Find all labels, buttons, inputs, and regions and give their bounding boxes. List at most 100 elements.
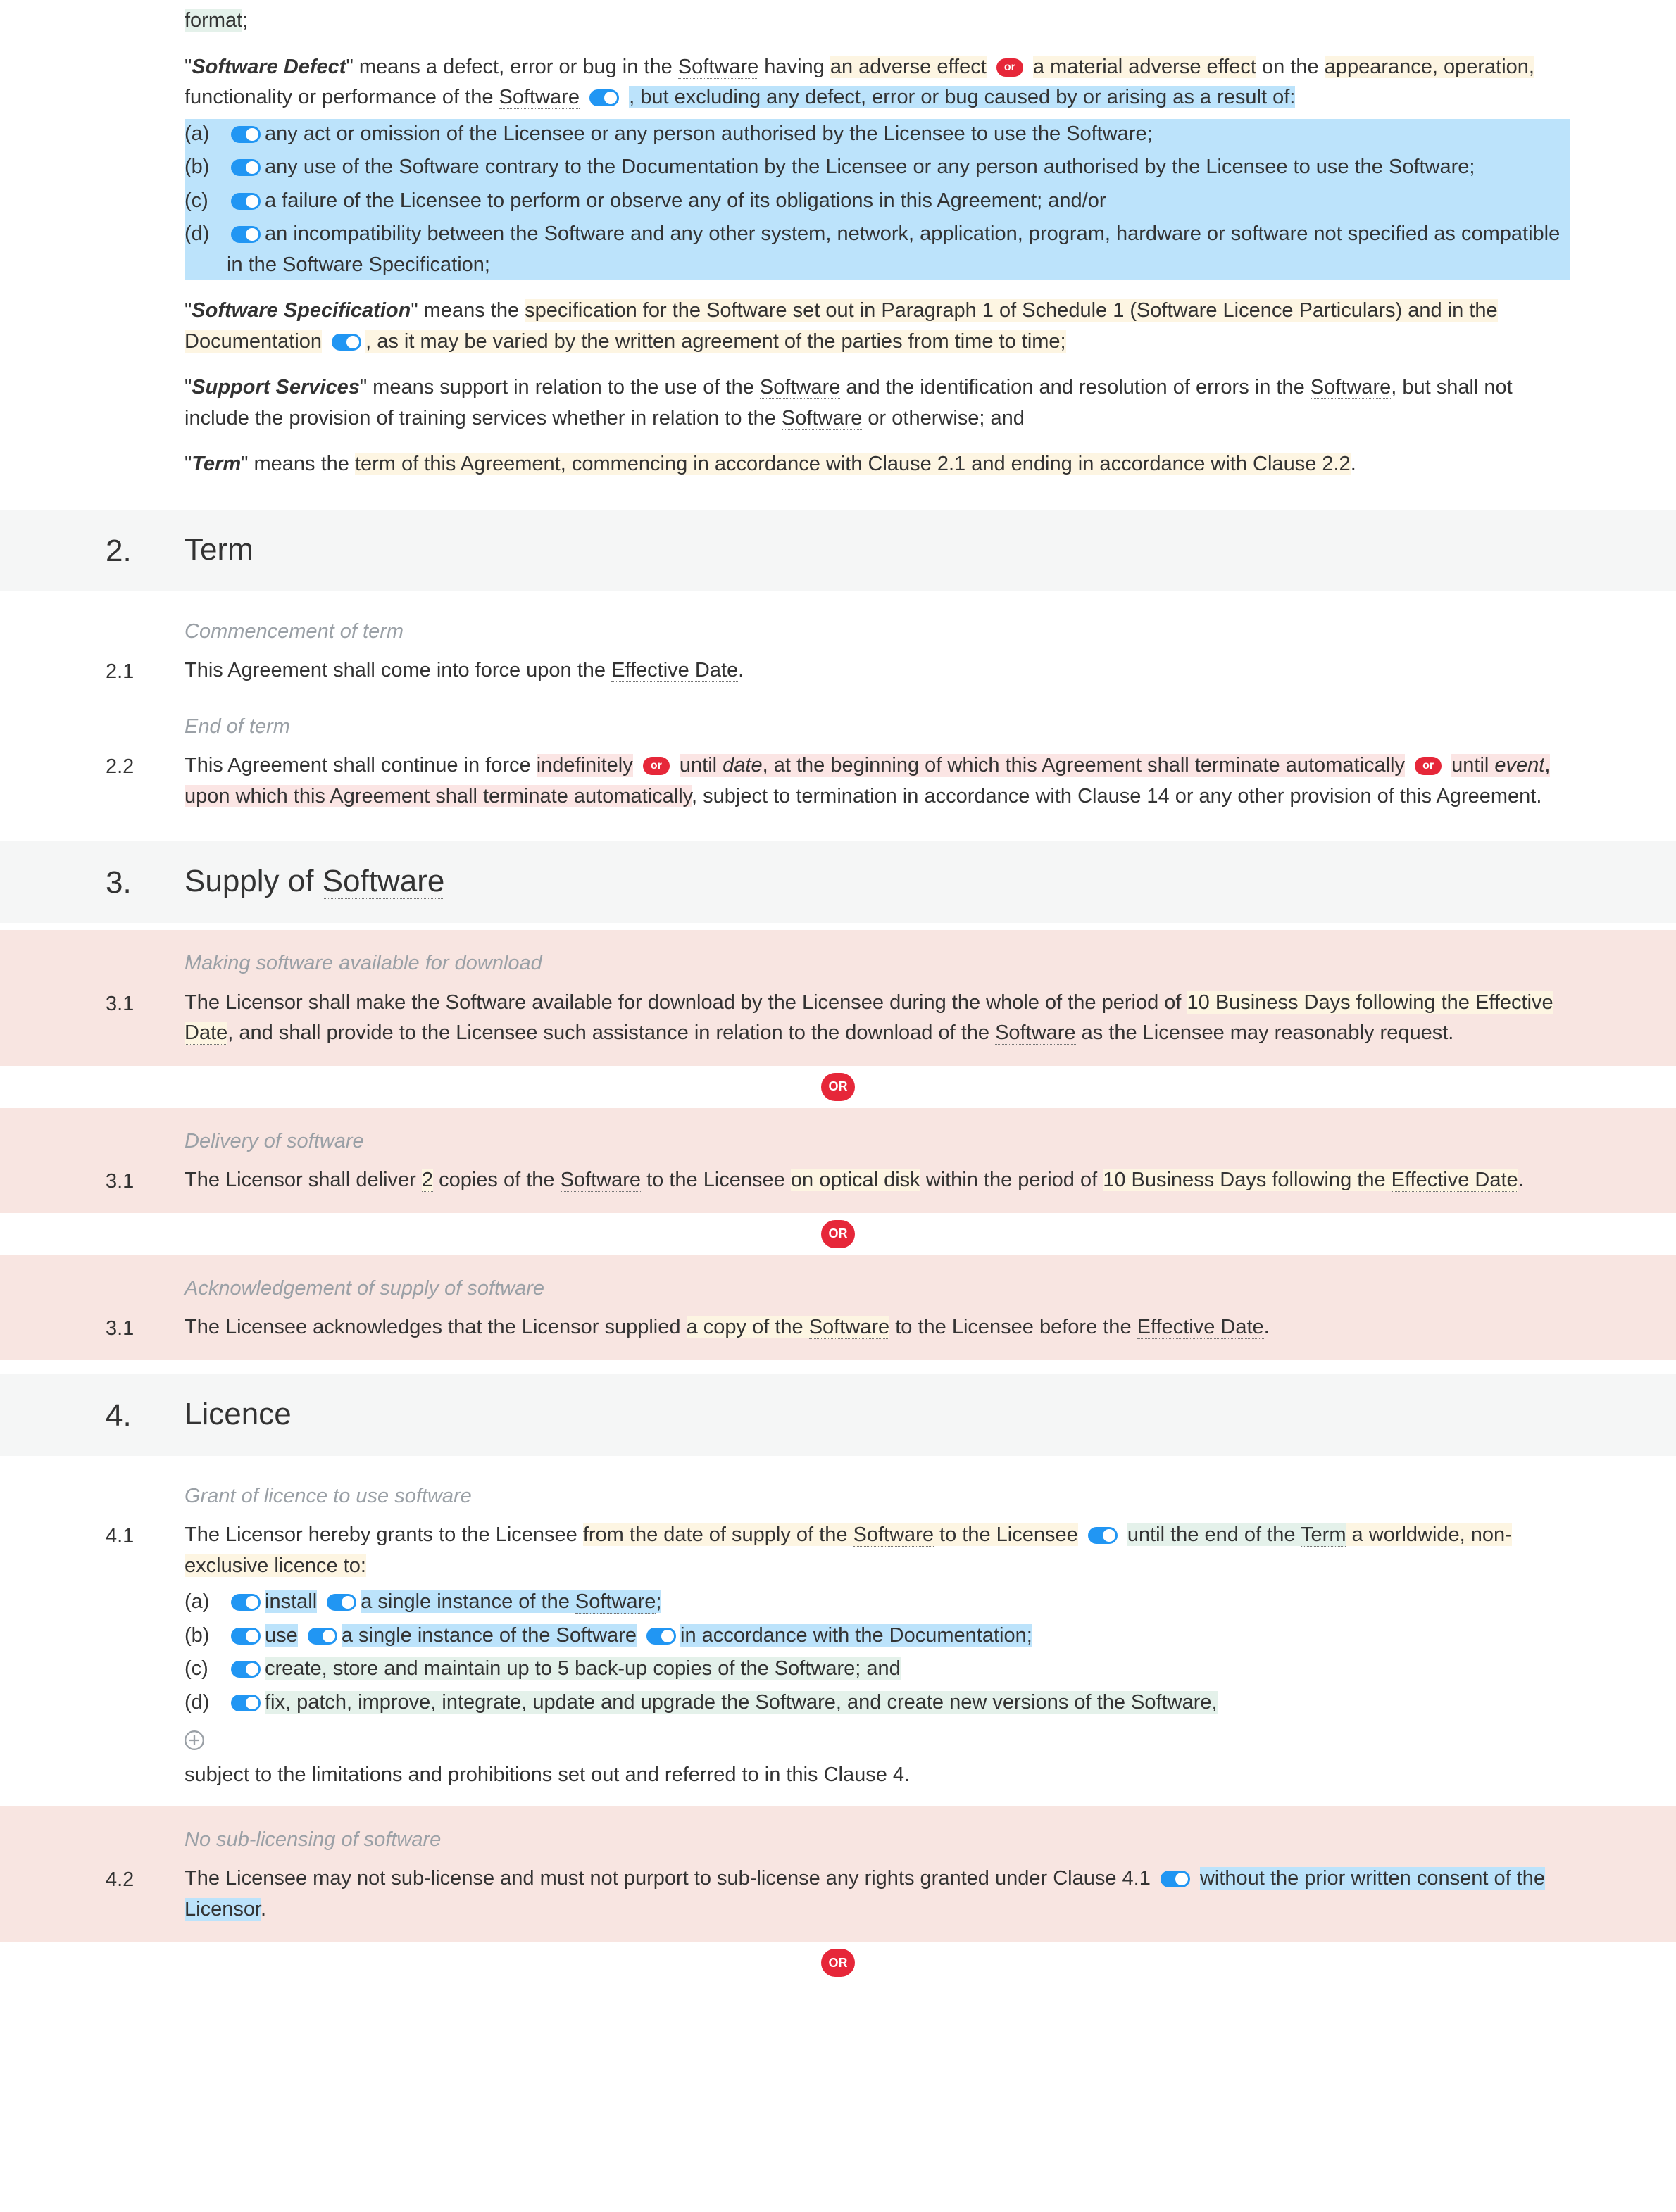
term-documentation: Documentation bbox=[185, 330, 322, 353]
text: . bbox=[1518, 1169, 1524, 1191]
text: , as it may be varied by the written agr… bbox=[365, 330, 1065, 353]
list-marker: (c) bbox=[185, 186, 227, 217]
clause-number: 3.1 bbox=[106, 988, 185, 1020]
text: . bbox=[738, 659, 744, 681]
text: This Agreement shall come into force upo… bbox=[185, 659, 611, 681]
toggle-icon[interactable] bbox=[646, 1628, 676, 1645]
clause-4-2: No sub-licensing of software 4.2 The Lic… bbox=[0, 1806, 1676, 1942]
list-marker: (b) bbox=[185, 1621, 227, 1652]
text: The Licensor shall make the bbox=[185, 991, 446, 1014]
text: use bbox=[265, 1624, 298, 1647]
or-badge[interactable]: OR bbox=[821, 1220, 855, 1248]
clause-tail: subject to the limitations and prohibiti… bbox=[185, 1760, 1570, 1791]
or-divider: OR bbox=[0, 1949, 1676, 1977]
term-effective-date: Effective Date bbox=[1392, 1169, 1518, 1192]
section-heading-licence: 4. Licence bbox=[0, 1374, 1676, 1456]
text: install bbox=[265, 1590, 317, 1613]
defined-term: Term bbox=[192, 453, 241, 475]
toggle-icon[interactable] bbox=[1161, 1871, 1190, 1887]
text: within the period of bbox=[920, 1169, 1103, 1191]
or-badge[interactable]: or bbox=[1415, 757, 1442, 775]
term-software: Software bbox=[575, 1590, 656, 1614]
toggle-icon[interactable] bbox=[231, 126, 261, 143]
text: functionality or performance of the bbox=[185, 86, 499, 108]
def-term: "Term" means the term of this Agreement,… bbox=[185, 449, 1570, 480]
text: term of this Agreement, commencing in ac… bbox=[355, 453, 1351, 475]
list-item: fix, patch, improve, integrate, update a… bbox=[227, 1688, 1570, 1718]
clause-3-1-alt-b: Delivery of software 3.1 The Licensor sh… bbox=[0, 1108, 1676, 1213]
term-term: Term bbox=[1301, 1523, 1346, 1547]
list-item: install a single instance of the Softwar… bbox=[227, 1587, 1570, 1618]
clause-number: 3.1 bbox=[106, 1312, 185, 1345]
term-software: Software bbox=[499, 86, 580, 109]
text: ; and bbox=[855, 1657, 901, 1680]
or-badge[interactable]: OR bbox=[821, 1073, 855, 1101]
text: fix, patch, improve, integrate, update a… bbox=[265, 1691, 755, 1714]
text: " bbox=[185, 376, 192, 398]
list-marker: (d) bbox=[185, 219, 227, 250]
toggle-icon[interactable] bbox=[332, 334, 361, 351]
or-badge[interactable]: OR bbox=[821, 1949, 855, 1977]
text: on the bbox=[1256, 56, 1325, 78]
clause-number: 2.2 bbox=[106, 750, 185, 783]
term-documentation: Documentation bbox=[889, 1624, 1027, 1647]
def-software-specification: "Software Specification" means the speci… bbox=[185, 296, 1570, 357]
toggle-icon[interactable] bbox=[231, 193, 261, 210]
toggle-icon[interactable] bbox=[589, 89, 619, 106]
clause-subtitle: Grant of licence to use software bbox=[185, 1481, 1570, 1512]
add-item-icon[interactable] bbox=[185, 1730, 204, 1750]
toggle-icon[interactable] bbox=[231, 226, 261, 243]
text: create, store and maintain up to 5 back-… bbox=[265, 1657, 775, 1680]
term-software: Software bbox=[995, 1022, 1075, 1045]
text: " means support in relation to the use o… bbox=[360, 376, 760, 398]
text: to the Licensee bbox=[934, 1523, 1078, 1546]
text: . bbox=[261, 1898, 266, 1921]
text: on optical disk bbox=[791, 1169, 920, 1191]
clause-number: 4.1 bbox=[106, 1520, 185, 1552]
term-effective-date: Effective Date bbox=[1137, 1316, 1264, 1339]
clause-text: The Licensee acknowledges that the Licen… bbox=[185, 1312, 1570, 1343]
text: ; bbox=[242, 9, 248, 32]
clause-text: The Licensee may not sub-license and mus… bbox=[185, 1864, 1570, 1925]
clause-subtitle: Delivery of software bbox=[185, 1126, 1570, 1157]
text: The Licensee may not sub-license and mus… bbox=[185, 1867, 1156, 1890]
or-badge[interactable]: or bbox=[643, 757, 670, 775]
or-badge[interactable]: or bbox=[996, 58, 1023, 77]
term-software: Software bbox=[561, 1169, 641, 1192]
list-marker: (a) bbox=[185, 1587, 227, 1618]
toggle-icon[interactable] bbox=[308, 1628, 337, 1645]
text: , at the beginning of which this Agreeme… bbox=[763, 754, 1405, 777]
list-item: a failure of the Licensee to perform or … bbox=[227, 186, 1570, 217]
toggle-icon[interactable] bbox=[1088, 1527, 1118, 1544]
toggle-icon[interactable] bbox=[231, 1695, 261, 1711]
definition-sublist: (a)any act or omission of the Licensee o… bbox=[185, 119, 1570, 281]
text: a failure of the Licensee to perform or … bbox=[265, 189, 1106, 212]
text: to the Licensee bbox=[641, 1169, 791, 1191]
list-item: use a single instance of the Software in… bbox=[227, 1621, 1570, 1652]
toggle-icon[interactable] bbox=[231, 1661, 261, 1678]
list-marker: (c) bbox=[185, 1654, 227, 1685]
term-effective-date: Effective Date bbox=[611, 659, 738, 682]
section-number: 4. bbox=[106, 1391, 185, 1439]
text: , bbox=[1212, 1691, 1218, 1714]
text: " means a defect, error or bug in the bbox=[346, 56, 677, 78]
toggle-icon[interactable] bbox=[231, 159, 261, 176]
term-software: Software bbox=[1131, 1691, 1211, 1714]
document-root: format; "Software Defect" means a defect… bbox=[0, 0, 1676, 2012]
clause-subtitle: Commencement of term bbox=[185, 617, 1570, 648]
toggle-icon[interactable] bbox=[231, 1594, 261, 1611]
toggle-icon[interactable] bbox=[231, 1628, 261, 1645]
term-software: Software bbox=[706, 299, 787, 322]
toggle-icon[interactable] bbox=[327, 1594, 356, 1611]
clause-2-1: This Agreement shall come into force upo… bbox=[185, 655, 1570, 686]
text: , and shall provide to the Licensee such… bbox=[227, 1022, 995, 1044]
clause-number: 2.1 bbox=[106, 655, 185, 688]
text: until bbox=[680, 754, 723, 777]
clause-number: 4.2 bbox=[106, 1864, 185, 1896]
list-item: any act or omission of the Licensee or a… bbox=[227, 119, 1570, 150]
or-divider: OR bbox=[0, 1073, 1676, 1101]
term-software: Software bbox=[782, 407, 862, 430]
clause-2-body: Commencement of term 2.1 This Agreement … bbox=[0, 598, 1676, 828]
text: to the Licensee before the bbox=[889, 1316, 1137, 1338]
text: a material adverse effect bbox=[1033, 56, 1256, 78]
